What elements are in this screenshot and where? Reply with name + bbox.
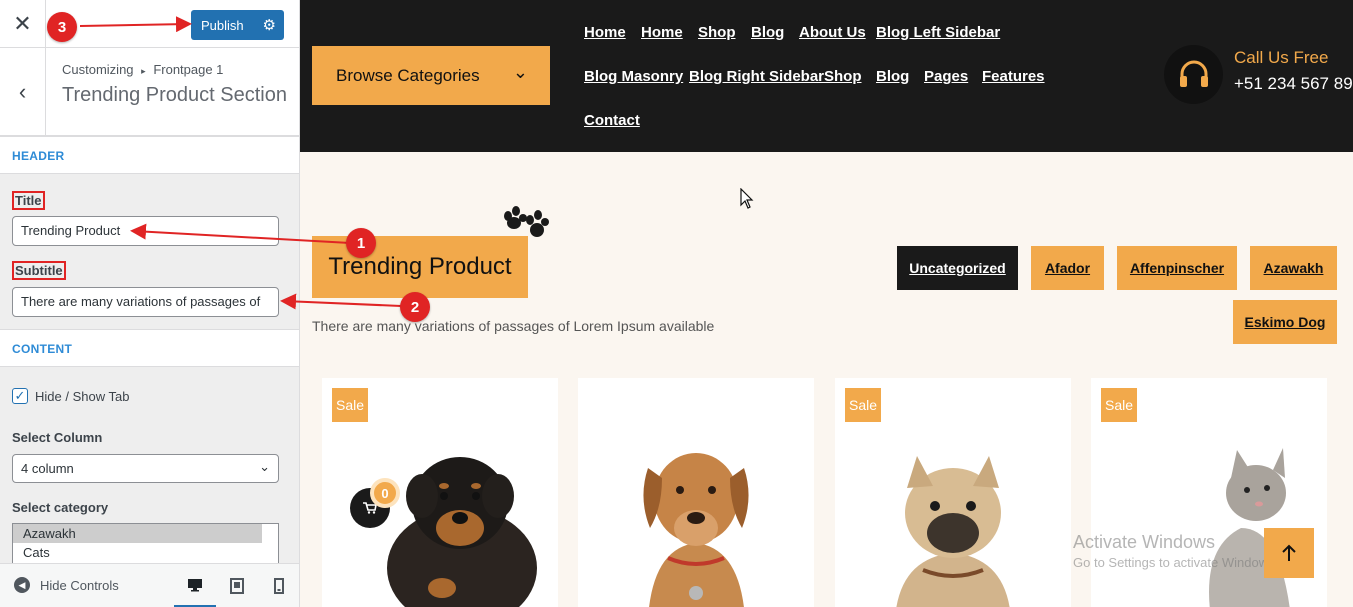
close-customizer-button[interactable]: ✕ (0, 0, 46, 47)
nav-shop[interactable]: Shop (698, 24, 736, 41)
windows-activation-watermark: Activate Windows Go to Settings to activ… (1073, 532, 1279, 570)
call-number[interactable]: +51 234 567 89 (1234, 74, 1353, 94)
breadcrumb: Customizing ▸ Frontpage 1 (62, 62, 224, 77)
mobile-preview-button[interactable] (258, 564, 299, 607)
hide-show-tab-row[interactable]: ✓ Hide / Show Tab (12, 388, 129, 404)
gear-icon[interactable]: ⚙ (263, 16, 276, 34)
customizer-topbar: ✕ Publish ⚙ (0, 0, 299, 48)
publish-button[interactable]: Publish ⚙ (191, 10, 284, 40)
select-column-dropdown[interactable]: 4 column ⌄ (12, 454, 279, 483)
customizer-sidebar: ✕ Publish ⚙ ‹ Customizing ▸ Frontpage 1 … (0, 0, 300, 607)
title-label: Title (12, 191, 45, 210)
content-group-label: CONTENT (0, 329, 299, 367)
headphones-icon (1164, 45, 1223, 104)
tablet-icon (230, 578, 244, 594)
header-group-label: HEADER (0, 136, 299, 174)
nav-blog[interactable]: Blog (876, 68, 909, 85)
category-option[interactable]: Azawakh (13, 524, 262, 543)
publish-label: Publish (201, 17, 244, 33)
browse-categories-button[interactable]: Browse Categories ⌄ (312, 46, 550, 105)
section-subtitle: There are many variations of passages of… (312, 318, 715, 334)
tablet-preview-button[interactable] (216, 564, 258, 607)
paw-icon (504, 206, 549, 237)
collapse-icon: ◀ (14, 577, 30, 593)
scroll-to-top-button[interactable] (1264, 528, 1314, 578)
annotation-badge: 2 (400, 292, 430, 322)
select-category-label: Select category (12, 500, 109, 515)
annotation-badge: 1 (346, 228, 376, 258)
annotation-badge: 3 (47, 12, 77, 42)
category-tab[interactable]: Eskimo Dog (1233, 300, 1337, 344)
arrow-up-icon (1282, 544, 1296, 561)
hide-controls-button[interactable]: ◀ Hide Controls (14, 577, 119, 593)
mouse-cursor-icon (740, 188, 754, 209)
nav-contact[interactable]: Contact (584, 112, 640, 129)
desktop-icon (188, 578, 202, 591)
product-card[interactable] (578, 378, 814, 607)
nav-home[interactable]: Home (641, 24, 683, 41)
nav-pages[interactable]: Pages (924, 68, 968, 85)
chevron-down-icon: ⌄ (259, 459, 270, 474)
nav-blog-masonry[interactable]: Blog Masonry (584, 68, 683, 85)
customizer-footer: ◀ Hide Controls (0, 563, 299, 607)
chevron-down-icon: ⌄ (512, 62, 528, 82)
close-icon: ✕ (13, 10, 32, 36)
hide-show-tab-label: Hide / Show Tab (35, 388, 130, 404)
hide-show-tab-checkbox[interactable]: ✓ (12, 388, 28, 404)
product-card[interactable]: Sale (835, 378, 1071, 607)
mobile-icon (274, 578, 284, 594)
call-label: Call Us Free (1234, 48, 1329, 67)
subtitle-input[interactable]: There are many variations of passages of (12, 287, 279, 317)
dog-image (643, 453, 749, 607)
product-card[interactable]: Sale 0 (322, 378, 558, 607)
desktop-preview-button[interactable] (174, 564, 216, 607)
category-tab[interactable]: Uncategorized (897, 246, 1018, 290)
nav-home[interactable]: Home (584, 24, 626, 41)
subtitle-label: Subtitle (12, 261, 66, 280)
select-column-label: Select Column (12, 430, 103, 445)
nav-about-us[interactable]: About Us (799, 24, 866, 41)
section-title: Trending Product (312, 236, 528, 298)
category-tab[interactable]: Afador (1031, 246, 1104, 290)
nav-blog-left-sidebar[interactable]: Blog Left Sidebar (876, 24, 1000, 41)
section-title: Trending Product Section (62, 84, 287, 106)
section-header: ‹ Customizing ▸ Frontpage 1 Trending Pro… (0, 48, 299, 136)
nav-blog[interactable]: Blog (751, 24, 784, 41)
chevron-left-icon: ‹ (18, 79, 27, 104)
french-bulldog-image (896, 456, 1010, 607)
nav-shop[interactable]: Shop (824, 68, 862, 85)
category-tab[interactable]: Affenpinscher (1117, 246, 1237, 290)
title-input[interactable]: Trending Product (12, 216, 279, 246)
site-header: Browse Categories ⌄ Home Home Shop Blog … (300, 0, 1353, 152)
select-category-listbox[interactable]: Azawakh Cats (12, 523, 279, 565)
back-button[interactable]: ‹ (0, 48, 46, 136)
category-tab[interactable]: Azawakh (1250, 246, 1337, 290)
category-option[interactable]: Cats (13, 543, 278, 562)
site-preview: Browse Categories ⌄ Home Home Shop Blog … (300, 0, 1353, 607)
nav-blog-right-sidebar[interactable]: Blog Right Sidebar (689, 68, 824, 85)
cart-count-badge: 0 (370, 478, 400, 508)
nav-features[interactable]: Features (982, 68, 1045, 85)
